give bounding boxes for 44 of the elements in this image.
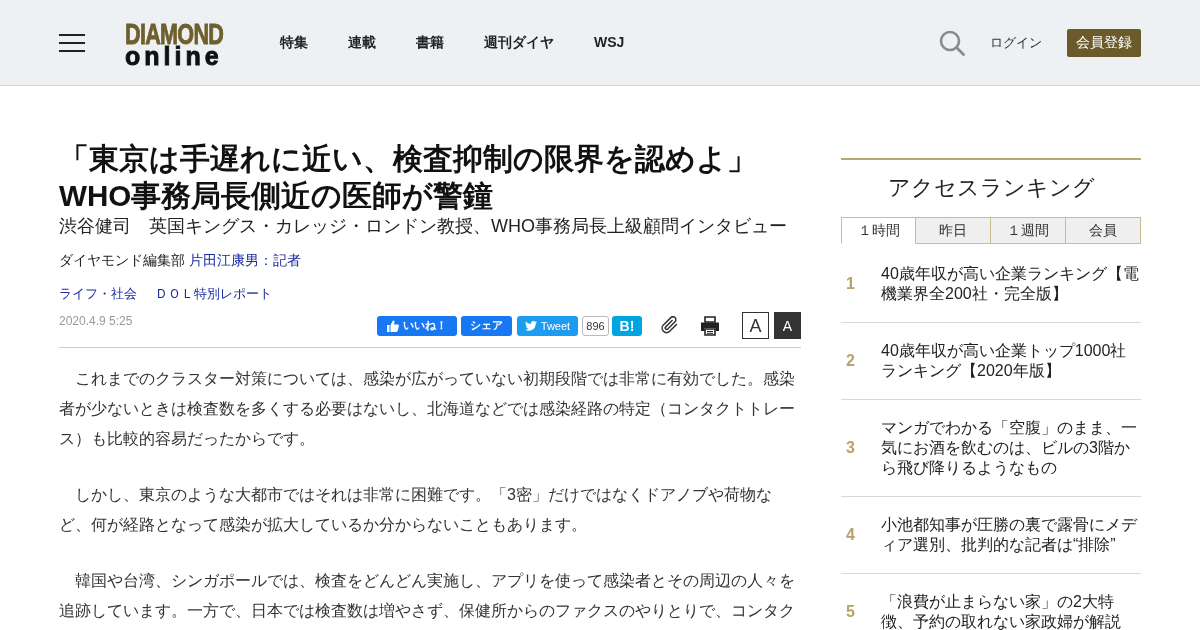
ranking-link[interactable]: マンガでわかる「空腹」のまま、一気にお酒を飲むのは、ビルの3階から飛び降りるようなもの [881,418,1141,478]
menu-icon[interactable] [59,33,85,52]
article-subtitle: 渋谷健司 英国キングス・カレッジ・ロンドン教授、WHO事務局長上級顧問インタビュー [59,215,788,238]
bird-icon [524,319,537,332]
category-link[interactable]: ＤＯＬ特別レポート [155,284,272,304]
category-link[interactable]: ライフ・社会 [59,284,137,304]
rank-number: 2 [845,352,856,370]
nav-link[interactable]: 特集 [280,33,308,52]
body-paragraph: 韓国や台湾、シンガポールでは、検査をどんどん実施し、アプリを使って感染者とその周辺の人々を追跡しています。一方で、日本では検査数は増やさず、保健所からのファクスのやりとりで、コンタク [59,571,796,621]
thumbs-up-icon [387,319,399,332]
ranking-tab[interactable]: 会員 [1066,217,1141,244]
ranking-link[interactable]: 「浪費が止まらない家」の2大特徴、予約の取れない家政婦が解説 [881,592,1141,630]
ranking-link[interactable]: 40歳年収が高い企業トップ1000社ランキング【2020年版】 [881,341,1141,381]
logo[interactable]: DIAMOND online [125,21,225,66]
ranking-link[interactable]: 小池都知事が圧勝の裏で露骨にメディア選別、批判的な記者は“排除” [881,515,1141,555]
ranking-tab[interactable]: １週間 [991,217,1066,244]
login-link[interactable]: ログイン [990,33,1042,52]
rank-number: 5 [845,603,856,621]
ranking-tab[interactable]: １時間 [841,217,916,244]
like-button[interactable]: いいね！ [377,315,457,336]
rank-number: 3 [845,439,856,457]
ranking-title: アクセスランキング [886,174,1096,202]
nav-link[interactable]: 連載 [348,33,376,52]
text-size-button[interactable]: A [774,312,801,339]
body-paragraph: しかし、東京のような大都市ではそれは非常に困難です。「3密」だけではなくドアノブや荷物など、何が経路となって感染が拡大しているか分からないこともあります。 [59,485,773,535]
ranking-link[interactable]: 40歳年収が高い企業ランキング【電機業界全200社・完全版】 [881,264,1141,304]
tweet-count: 896 [582,315,609,336]
print-icon[interactable] [700,315,720,336]
nav-link[interactable]: 書籍 [416,33,444,52]
register-button[interactable]: 会員登録 [1067,28,1141,57]
nav-link[interactable]: WSJ [594,33,625,52]
ranking-tab[interactable]: 昨日 [916,217,991,244]
body-paragraph: これまでのクラスター対策については、感染が広がっていない初期段階では非常に有効でした。感染者が少ないときは検査数を多くする必要はないし、北海道などでは感染経路の特定（コンタクトトレース）も比較的容易だったからです。 [59,369,796,449]
text-size-button[interactable]: A [742,312,769,339]
nav-link[interactable]: 週刊ダイヤ [484,33,554,52]
search-icon[interactable] [939,29,965,56]
rank-number: 4 [845,526,856,544]
article-title: 「東京は手遅れに近い、検査抑制の限界を認めよ」WHO事務局長側近の医師が警鐘 [59,141,758,214]
rank-number: 1 [845,275,856,293]
author-link[interactable]: 片田江康男：記者 [188,252,301,268]
paperclip-icon[interactable] [660,315,680,336]
publish-date: 2020.4.9 5:25 [59,313,133,329]
share-button[interactable]: シェア [461,315,512,336]
author-department: ダイヤモンド編集部 [59,252,185,268]
